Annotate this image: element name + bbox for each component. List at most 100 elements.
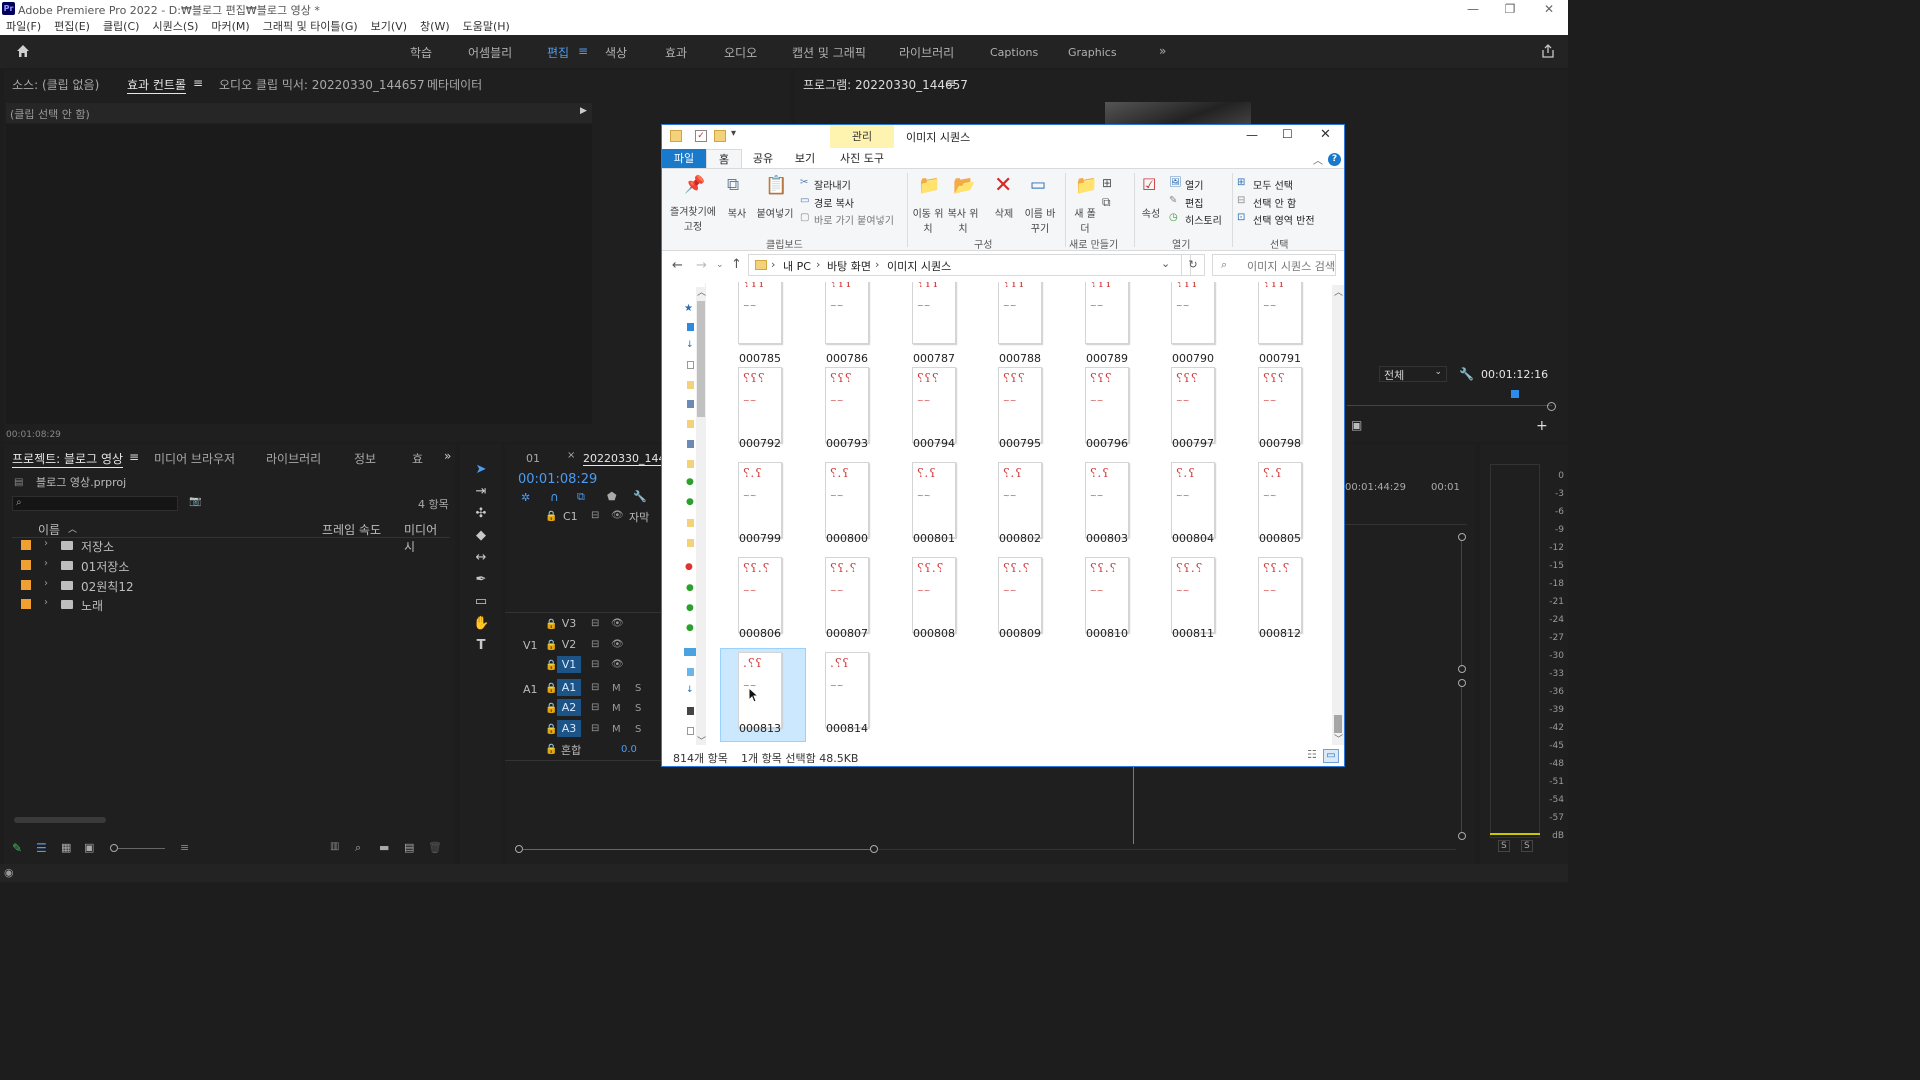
list-item[interactable]: › 01저장소 [16,557,450,576]
tab-libraries[interactable]: 라이브러리 [266,450,321,467]
nav-video-icon[interactable] [687,707,694,715]
label-color-swatch[interactable] [21,540,31,550]
nav-synced-icon[interactable]: ● [686,583,694,593]
column-frame-rate[interactable]: 프레임 속도 [322,521,381,538]
nav-folder-icon[interactable] [687,381,694,389]
share-icon[interactable] [1541,44,1555,58]
menu-marker[interactable]: 마커(M) [211,18,249,35]
label-color-swatch[interactable] [21,580,31,590]
lock-icon[interactable]: 🔒 [545,640,557,651]
edit-button[interactable]: ✎ 편집 [1169,195,1231,210]
close-icon[interactable]: ✕ [1539,1,1559,17]
nest-icon[interactable]: ✲ [521,491,530,504]
nav-folder-icon[interactable] [687,539,694,547]
scroll-down-icon[interactable]: ﹀ [697,734,706,747]
breadcrumb-desktop[interactable]: 바탕 화면 [827,258,871,274]
open-button[interactable]: 🖼 열기 [1169,177,1231,192]
list-item[interactable]: › 02원칙12 [16,577,450,596]
zoom-handle[interactable] [1547,402,1556,411]
tab-effect-controls[interactable]: 효과 컨트롤 [127,76,187,94]
ripple-edit-tool-icon[interactable]: ✣ [473,506,489,522]
pen-tool-icon[interactable]: ✒ [473,572,489,588]
ribbon-tab-view[interactable]: 보기 [787,149,823,168]
workspace-editing[interactable]: 편집 [547,44,569,61]
nav-desktop-icon[interactable] [687,668,694,676]
nav-download-icon[interactable]: ↓ [686,340,694,350]
delete-button[interactable]: ✕ 삭제 [989,173,1019,231]
type-tool-icon[interactable]: T [473,638,489,654]
program-scrubber[interactable] [1347,405,1552,406]
eye-icon[interactable]: 👁 [611,639,624,650]
slip-tool-icon[interactable]: ↔ [473,550,489,566]
nav-synced-icon[interactable]: ● [686,603,694,613]
workspace-learn[interactable]: 학습 [410,44,432,61]
rectangle-tool-icon[interactable]: ▭ [473,594,489,610]
playhead-line[interactable] [1133,766,1134,844]
new-bin-search-icon[interactable]: 📷 [189,496,201,507]
chevron-right-icon[interactable]: › [44,538,48,549]
eye-icon[interactable]: 👁 [611,618,624,629]
rename-button[interactable]: ▭ 이름 바꾸기 [1022,173,1058,235]
mix-value[interactable]: 0.0 [621,744,637,755]
sync-lock-icon[interactable]: ⊟ [591,682,599,693]
help-icon[interactable]: ? [1328,153,1341,166]
workspace-captions[interactable]: Captions [990,46,1038,59]
zoom-slider[interactable] [118,848,165,849]
menu-sequence[interactable]: 시퀀스(S) [152,18,198,35]
scroll-thumb[interactable] [1334,715,1342,733]
nav-folder-icon[interactable] [687,460,694,468]
new-item-icon[interactable]: ▤ [404,841,414,854]
track-c1[interactable]: C1 [563,510,578,523]
cut-button[interactable]: ✂ 잘라내기 [800,177,904,192]
menu-window[interactable]: 창(W) [420,18,450,35]
forward-icon[interactable]: → [696,258,707,273]
column-name[interactable]: 이름 [38,521,60,538]
find-icon[interactable]: ⌕ [355,841,361,855]
horizontal-scrollbar[interactable] [523,849,870,850]
tab-info[interactable]: 정보 [354,450,376,467]
list-item[interactable]: › 저장소 [16,537,450,556]
add-marker-icon[interactable]: ⬟ [607,490,617,503]
wrench-icon[interactable]: 🔧 [1459,367,1474,381]
more-tabs-icon[interactable]: » [444,449,451,463]
new-bin-icon[interactable]: ▬ [379,841,389,854]
track-v2[interactable]: V2 [557,636,581,653]
tab-source[interactable]: 소스: (클립 없음) [12,76,99,93]
linked-selection-icon[interactable]: ⧉ [577,490,585,504]
nav-folder-icon[interactable] [687,519,694,527]
sync-lock-icon[interactable]: ⊟ [591,702,599,713]
workspace-menu-icon[interactable]: ≡ [578,44,588,58]
properties-button[interactable]: ☑ 속성 [1137,173,1165,231]
icon-view-icon[interactable]: ▦ [61,841,71,854]
solo-button[interactable]: S [635,703,641,714]
minimize-icon[interactable]: — [1463,1,1483,17]
tab-project[interactable]: 프로젝트: 블로그 영상 [12,450,124,468]
details-view-icon[interactable]: ☷ [1307,748,1317,761]
lock-icon[interactable]: 🔒 [545,744,557,755]
history-button[interactable]: ◷ 히스토리 [1169,212,1231,227]
project-menu-icon[interactable]: ≡ [129,450,139,464]
list-item[interactable]: › 노래 [16,596,450,615]
track-a2[interactable]: A2 [557,699,581,716]
mute-button[interactable]: M [612,683,621,694]
timeline-timecode[interactable]: 00:01:08:29 [518,472,597,487]
chevron-right-icon[interactable]: › [44,558,48,569]
paste-shortcut-button[interactable]: ▢ 바로 가기 붙여넣기 [800,212,904,227]
solo-button[interactable]: S [635,724,641,735]
workspace-libraries[interactable]: 라이브러리 [899,44,954,61]
workspace-captions-graphics[interactable]: 캡션 및 그래픽 [792,44,866,61]
nav-download-icon[interactable]: ↓ [686,685,694,695]
breadcrumb-image-sequence[interactable]: 이미지 시퀀스 [887,258,951,274]
vertical-zoom-handle[interactable] [1458,832,1466,840]
copy-button[interactable]: ⧉ 복사 [722,173,752,223]
razor-tool-icon[interactable]: ◆ [473,528,489,544]
vertical-scrollbar[interactable] [1461,687,1462,832]
eye-icon[interactable]: 👁 [611,659,624,670]
address-bar[interactable]: › 내 PC › 바탕 화면 › 이미지 시퀀스 ⌄ [748,254,1191,276]
scroll-down-icon[interactable]: ﹀ [1334,732,1343,745]
label-color-swatch[interactable] [21,560,31,570]
lock-icon[interactable]: 🔒 [545,660,557,671]
tab-metadata[interactable]: 메타데이터 [427,76,482,93]
program-menu-icon[interactable]: ≡ [946,76,956,90]
tab-audio-clip-mixer[interactable]: 오디오 클립 믹서: 20220330_144657 [219,76,425,93]
